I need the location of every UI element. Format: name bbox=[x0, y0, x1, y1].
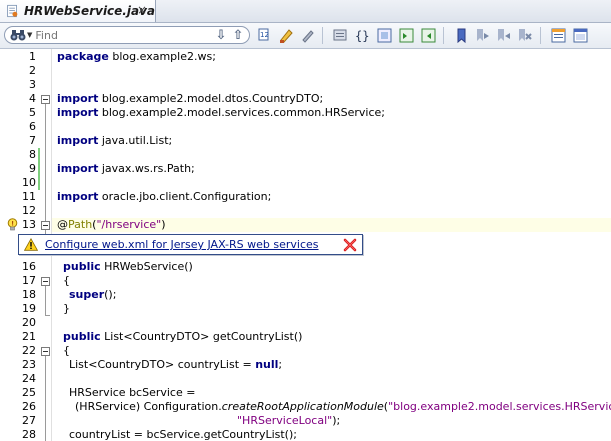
outdent-icon[interactable] bbox=[420, 27, 437, 44]
line-number: 11 bbox=[22, 190, 36, 203]
line-number: 10 bbox=[22, 176, 36, 189]
code-line: public List<CountryDTO> getCountryList() bbox=[63, 330, 303, 343]
quick-fix-message[interactable]: Configure web.xml for Jersey JAX-RS web … bbox=[45, 238, 319, 251]
line-number: 27 bbox=[22, 414, 36, 427]
tab-label: HRWebService.java bbox=[23, 4, 155, 18]
svg-text:!: ! bbox=[11, 221, 14, 228]
comment-icon[interactable] bbox=[332, 27, 349, 44]
properties-icon[interactable] bbox=[572, 27, 589, 44]
quick-fix-popup[interactable]: Configure web.xml for Jersey JAX-RS web … bbox=[18, 234, 363, 255]
tab-hrwebservice[interactable]: HRWebService.java × bbox=[0, 0, 156, 22]
code-line: import java.util.List; bbox=[57, 134, 173, 147]
code-line: import blog.example2.model.dtos.CountryD… bbox=[57, 92, 324, 105]
line-number: 8 bbox=[29, 148, 36, 161]
next-bookmark-icon[interactable] bbox=[474, 27, 491, 44]
line-number: 24 bbox=[22, 372, 36, 385]
line-number: 25 bbox=[22, 386, 36, 399]
code-line-annotation: @Path("/hrservice") bbox=[57, 218, 166, 231]
editor-toolbar: ▼ ⇩ ⇧ 12 {} bbox=[0, 23, 611, 49]
previous-bookmark-icon[interactable] bbox=[495, 27, 512, 44]
line-number: 22 bbox=[22, 344, 36, 357]
code-line: import blog.example2.model.services.comm… bbox=[57, 106, 386, 119]
indent-icon[interactable] bbox=[398, 27, 415, 44]
code-line: super(); bbox=[69, 288, 117, 301]
warning-icon bbox=[24, 238, 38, 251]
svg-text:12: 12 bbox=[260, 31, 269, 39]
line-number: 7 bbox=[29, 134, 36, 147]
line-number: 28 bbox=[22, 428, 36, 441]
find-box: ▼ ⇩ ⇧ bbox=[4, 26, 250, 44]
code-line: import javax.ws.rs.Path; bbox=[57, 162, 195, 175]
clear-format-icon[interactable] bbox=[299, 27, 316, 44]
code-line: { bbox=[63, 344, 70, 357]
surround-icon[interactable] bbox=[376, 27, 393, 44]
close-tab-icon[interactable]: × bbox=[137, 3, 147, 17]
editor-tab-bar: HRWebService.java × bbox=[0, 0, 611, 23]
code-line: (HRService) Configuration.createRootAppl… bbox=[75, 400, 611, 413]
fold-toggle-icon[interactable] bbox=[41, 221, 50, 230]
line-number: 16 bbox=[22, 260, 36, 273]
toggle-block-icon[interactable]: {} bbox=[354, 27, 371, 44]
find-next-icon[interactable]: ⇩ bbox=[213, 27, 229, 43]
close-icon[interactable] bbox=[343, 238, 357, 252]
line-number: 2 bbox=[29, 64, 36, 77]
split-editor-icon[interactable] bbox=[550, 27, 567, 44]
fold-toggle-icon[interactable] bbox=[41, 277, 50, 286]
code-line: package blog.example2.ws; bbox=[57, 50, 216, 63]
line-number: 19 bbox=[22, 302, 36, 315]
lightbulb-icon[interactable]: ! bbox=[6, 218, 19, 232]
code-line: HRService bcService = bbox=[69, 386, 196, 399]
fold-toggle-icon[interactable] bbox=[41, 95, 50, 104]
clear-bookmarks-icon[interactable] bbox=[516, 27, 533, 44]
code-line: import oracle.jbo.client.Configuration; bbox=[57, 190, 272, 203]
find-previous-icon[interactable]: ⇧ bbox=[230, 27, 246, 43]
line-number: 5 bbox=[29, 106, 36, 119]
line-number: 12 bbox=[22, 204, 36, 217]
find-input[interactable] bbox=[35, 28, 186, 42]
line-number: 4 bbox=[29, 92, 36, 105]
toggle-bookmark-icon[interactable]: 12 bbox=[256, 27, 273, 44]
line-number: 17 bbox=[22, 274, 36, 287]
line-number: 21 bbox=[22, 330, 36, 343]
line-number: 1 bbox=[29, 50, 36, 63]
code-line: List<CountryDTO> countryList = null; bbox=[69, 358, 283, 371]
bookmark-icon[interactable] bbox=[453, 27, 470, 44]
line-number: 23 bbox=[22, 358, 36, 371]
svg-text:{}: {} bbox=[355, 29, 369, 43]
code-line: public HRWebService() bbox=[63, 260, 193, 273]
line-number: 6 bbox=[29, 120, 36, 133]
line-number: 26 bbox=[22, 400, 36, 413]
chevron-down-icon[interactable]: ▼ bbox=[27, 31, 32, 39]
change-marker bbox=[38, 148, 40, 190]
line-number: 9 bbox=[29, 162, 36, 175]
fold-toggle-icon[interactable] bbox=[41, 347, 50, 356]
line-number: 20 bbox=[22, 316, 36, 329]
binoculars-icon[interactable] bbox=[10, 29, 26, 41]
code-line: countryList = bcService.getCountryList()… bbox=[69, 428, 297, 441]
code-line: { bbox=[63, 274, 70, 287]
line-number: 3 bbox=[29, 78, 36, 91]
line-number: 18 bbox=[22, 288, 36, 301]
java-file-icon bbox=[7, 4, 18, 18]
code-line: } bbox=[63, 302, 70, 315]
code-line: "HRServiceLocal"); bbox=[237, 414, 341, 427]
format-icon[interactable] bbox=[278, 27, 295, 44]
